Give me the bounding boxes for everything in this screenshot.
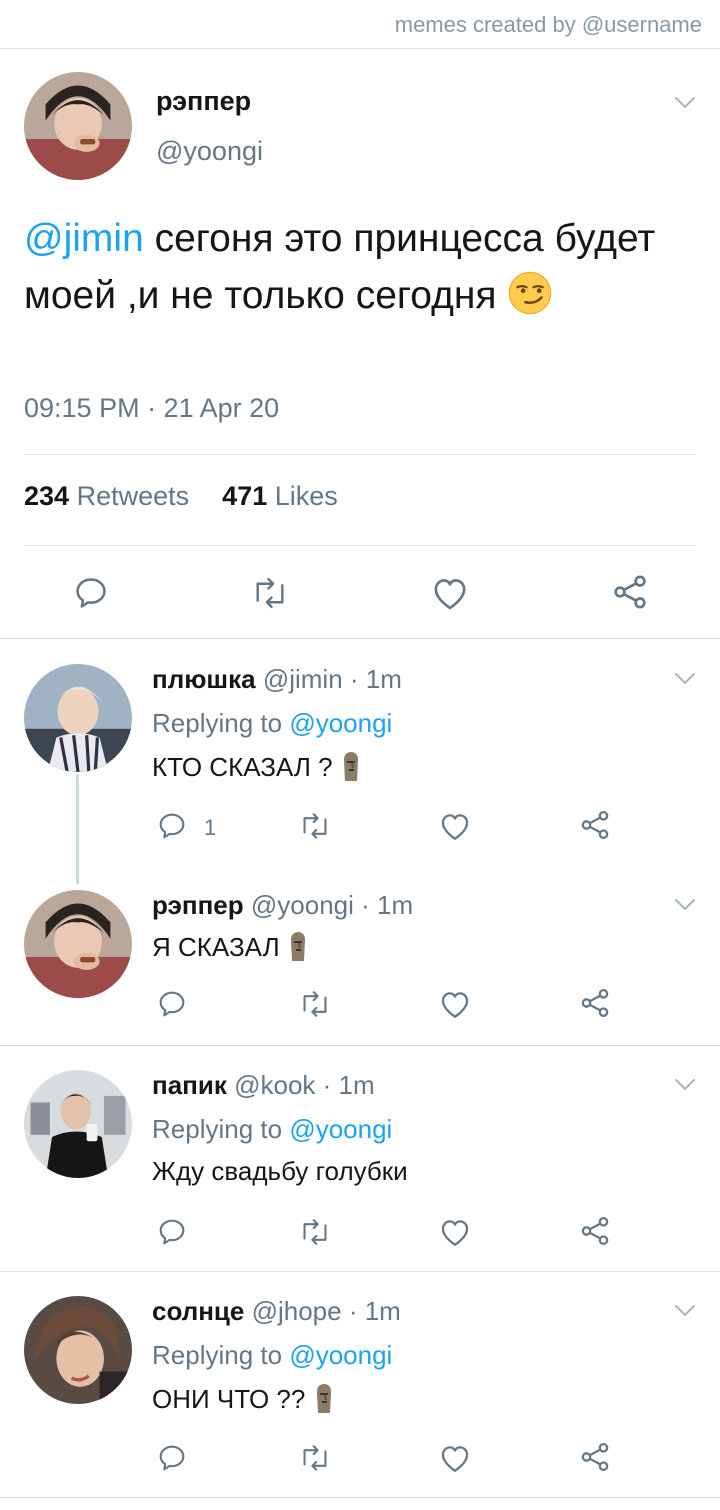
engagement-counts: 234 Retweets 471 Likes (24, 481, 338, 512)
like-icon[interactable] (430, 574, 470, 612)
divider (0, 48, 720, 49)
replying-to: Replying to @yoongi (152, 1340, 392, 1371)
divider (24, 545, 696, 546)
moai-icon (287, 930, 309, 962)
author-name[interactable]: папик (152, 1070, 227, 1100)
share-icon[interactable] (578, 986, 612, 1020)
replying-mention[interactable]: @yoongi (289, 708, 392, 738)
thread-connector (76, 774, 79, 884)
divider (0, 1045, 720, 1046)
like-icon[interactable] (438, 810, 472, 842)
chevron-down-icon[interactable] (674, 96, 696, 110)
reply-body: ОНИ ЧТО ?? (152, 1384, 306, 1414)
retweet-icon[interactable] (250, 574, 290, 612)
author-handle[interactable]: @yoongi (251, 890, 354, 920)
tweet-timestamp: 09:15 PM · 21 Apr 20 (24, 393, 280, 423)
divider (0, 638, 720, 639)
retweets-label[interactable]: Retweets (77, 481, 190, 511)
mention-link[interactable]: @jimin (24, 217, 144, 260)
reply-header: рэппер @yoongi · 1m (152, 890, 413, 921)
like-count[interactable]: 471 (222, 481, 267, 511)
author-handle[interactable]: @jhope (252, 1296, 342, 1326)
avatar[interactable] (24, 890, 132, 998)
divider (0, 1271, 720, 1272)
reply-text: Жду свадьбу голубки (152, 1156, 408, 1186)
reply-text: ОНИ ЧТО ?? (152, 1382, 335, 1415)
replying-mention[interactable]: @yoongi (289, 1340, 392, 1370)
likes-label[interactable]: Likes (275, 481, 338, 511)
retweet-count[interactable]: 234 (24, 481, 69, 511)
chevron-down-icon[interactable] (674, 672, 696, 686)
reply-icon[interactable] (156, 988, 188, 1020)
share-icon[interactable] (610, 572, 650, 612)
divider (0, 1497, 720, 1498)
avatar[interactable] (24, 1296, 132, 1404)
replying-to: Replying to @yoongi (152, 1114, 392, 1145)
replying-mention[interactable]: @yoongi (289, 1114, 392, 1144)
avatar[interactable] (24, 72, 132, 180)
smirking-face-icon (507, 270, 553, 316)
reply-icon[interactable] (156, 1216, 188, 1248)
retweet-icon[interactable] (298, 1216, 332, 1248)
reply-time: · 1m (361, 890, 414, 920)
reply-time: · 1m (349, 664, 402, 694)
share-icon[interactable] (578, 808, 612, 842)
reply-header: плюшка @jimin · 1m (152, 664, 402, 695)
retweet-icon[interactable] (298, 810, 332, 842)
reply-icon[interactable] (72, 574, 110, 612)
moai-icon (340, 750, 362, 782)
reply-body: Я СКАЗАЛ (152, 932, 280, 962)
divider (24, 454, 696, 455)
chevron-down-icon[interactable] (674, 1304, 696, 1318)
reply-icon[interactable] (156, 810, 188, 842)
author-name[interactable]: плюшка (152, 664, 256, 694)
replying-label: Replying to (152, 708, 283, 738)
reply-icon[interactable] (156, 1442, 188, 1474)
chevron-down-icon[interactable] (674, 898, 696, 912)
tweet-text: @jimin сегоня это принцесса будет моей ,… (24, 210, 684, 324)
reply-time: · 1m (348, 1296, 401, 1326)
replying-label: Replying to (152, 1340, 283, 1370)
avatar[interactable] (24, 664, 132, 772)
reply-text: КТО СКАЗАЛ ? (152, 750, 362, 783)
avatar[interactable] (24, 1070, 132, 1178)
author-name[interactable]: солнце (152, 1296, 244, 1326)
retweet-icon[interactable] (298, 1442, 332, 1474)
retweet-icon[interactable] (298, 988, 332, 1020)
reply-text: Я СКАЗАЛ (152, 930, 309, 963)
reply-time: · 1m (322, 1070, 375, 1100)
author-name[interactable]: рэппер (156, 86, 251, 117)
moai-icon (313, 1382, 335, 1414)
author-handle[interactable]: @jimin (263, 664, 343, 694)
reply-header: папик @kook · 1m (152, 1070, 375, 1101)
author-handle[interactable]: @yoongi (156, 136, 263, 167)
like-icon[interactable] (438, 1216, 472, 1248)
like-icon[interactable] (438, 988, 472, 1020)
reply-body: КТО СКАЗАЛ ? (152, 752, 333, 782)
share-icon[interactable] (578, 1440, 612, 1474)
share-icon[interactable] (578, 1214, 612, 1248)
author-name[interactable]: рэппер (152, 890, 244, 920)
reply-header: солнце @jhope · 1m (152, 1296, 401, 1327)
replying-to: Replying to @yoongi (152, 708, 392, 739)
watermark: memes created by @username (394, 12, 702, 37)
chevron-down-icon[interactable] (674, 1078, 696, 1092)
author-handle[interactable]: @kook (234, 1070, 315, 1100)
like-icon[interactable] (438, 1442, 472, 1474)
replying-label: Replying to (152, 1114, 283, 1144)
reply-count: 1 (204, 815, 217, 840)
